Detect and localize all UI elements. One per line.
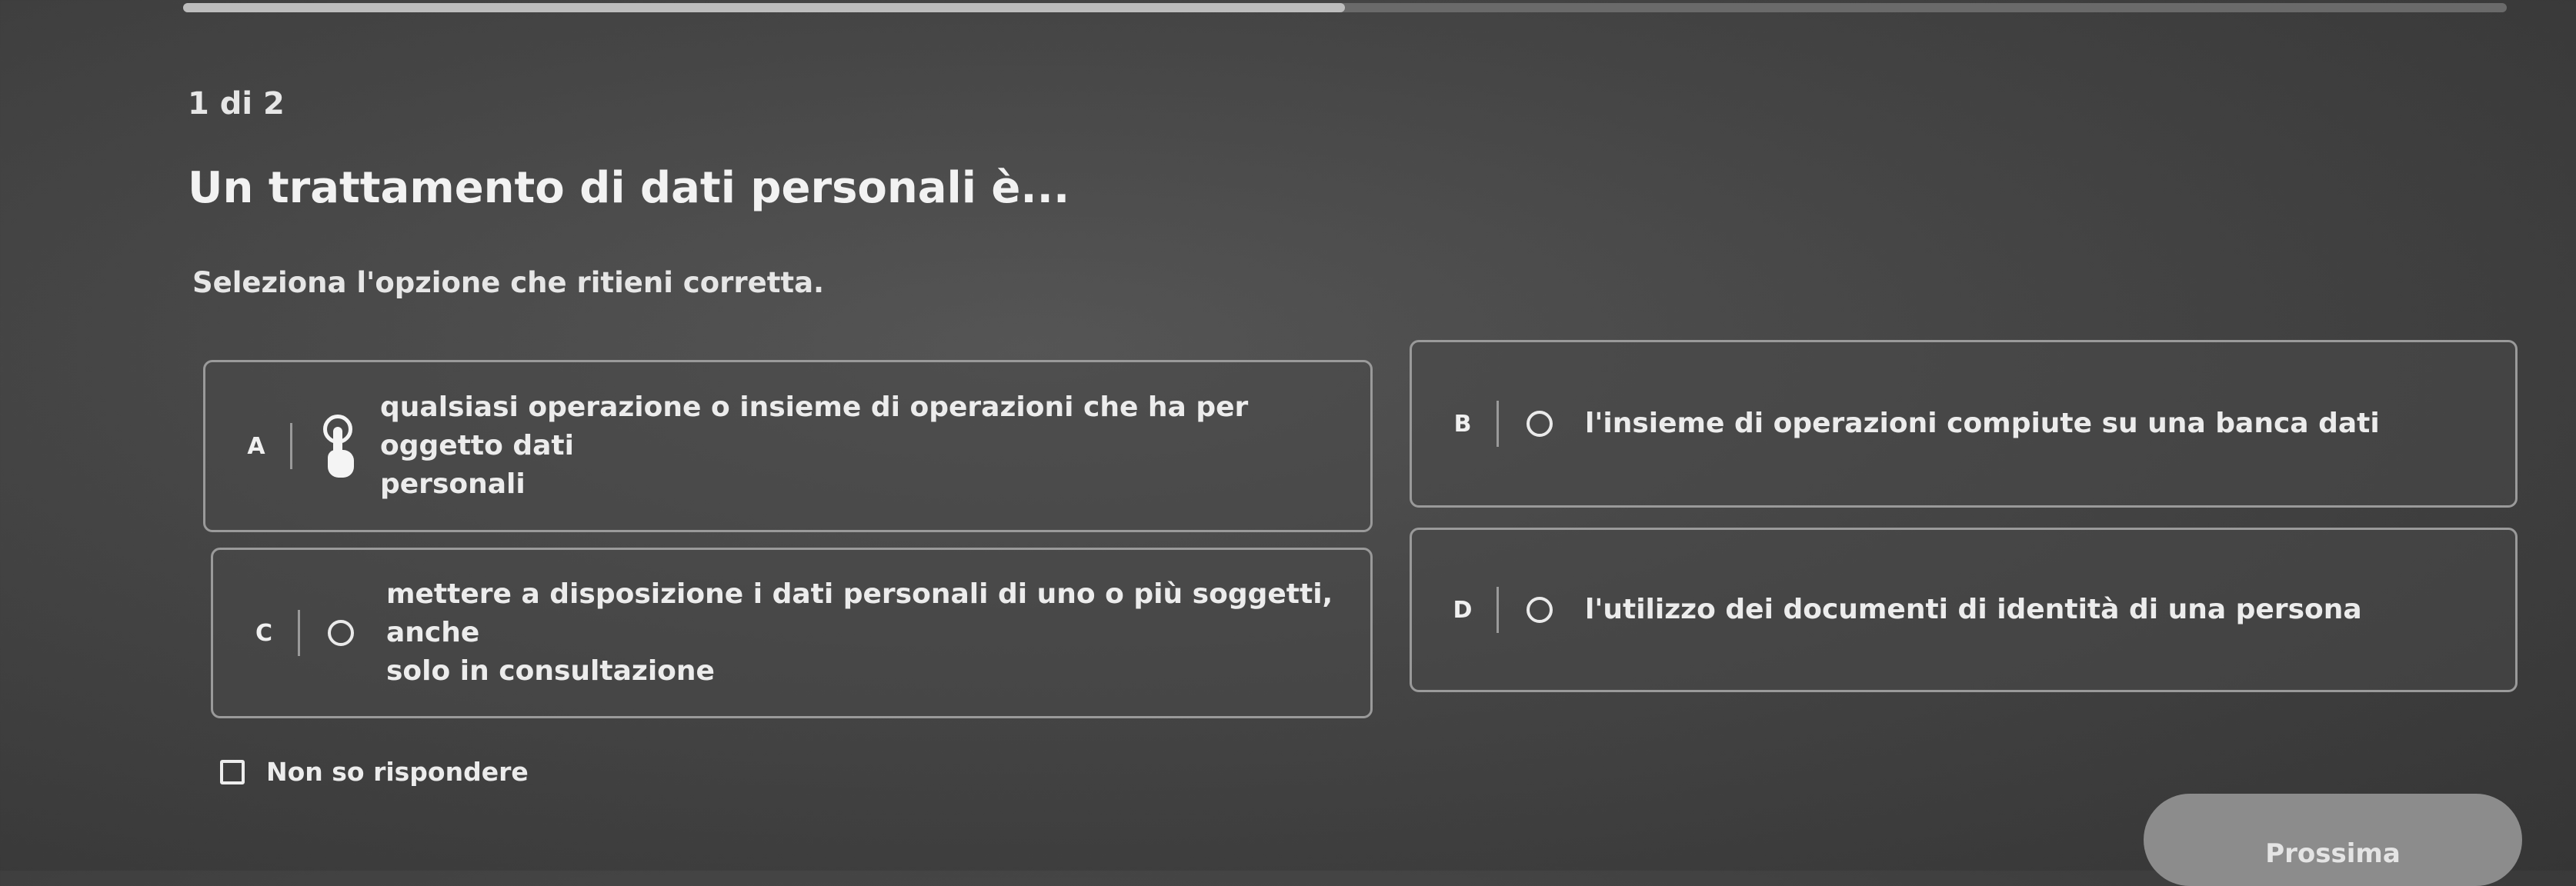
progress-fill	[183, 3, 1345, 12]
option-d-radio-icon[interactable]	[1527, 597, 1553, 623]
option-a[interactable]: A qualsiasi operazione o insieme di oper…	[203, 360, 1373, 532]
question-instruction: Seleziona l'opzione che ritieni corretta…	[192, 266, 825, 299]
option-a-divider	[290, 423, 292, 469]
option-c-text: mettere a disposizione i dati personali …	[386, 575, 1370, 691]
progress-bar	[183, 3, 2507, 12]
next-button[interactable]: Prossima	[2144, 794, 2522, 886]
option-c-text-line1: mettere a disposizione i dati personali …	[386, 578, 1333, 648]
option-a-text-line2: personali	[380, 468, 526, 500]
question-title: Un trattamento di dati personali è...	[188, 163, 1070, 213]
option-c-divider	[298, 610, 300, 656]
pointer-hand-icon	[320, 411, 359, 481]
option-c[interactable]: C mettere a disposizione i dati personal…	[211, 548, 1373, 718]
unsure-label: Non so rispondere	[266, 757, 529, 787]
option-d-divider	[1497, 587, 1499, 633]
option-c-radio-icon[interactable]	[328, 620, 354, 646]
option-b-text: l'insieme di operazioni compiute su una …	[1585, 405, 2380, 443]
option-b[interactable]: B l'insieme di operazioni compiute su un…	[1410, 340, 2518, 508]
option-a-text-line1: qualsiasi operazione o insieme di operaz…	[380, 391, 1249, 461]
option-b-letter: B	[1453, 410, 1472, 438]
option-d-letter: D	[1453, 596, 1473, 624]
unsure-option[interactable]: Non so rispondere	[220, 757, 529, 787]
option-d[interactable]: D l'utilizzo dei documenti di identità d…	[1410, 528, 2518, 692]
option-c-text-line2: solo in consultazione	[386, 655, 715, 687]
option-b-text-line1: l'insieme di operazioni compiute su una …	[1585, 408, 2380, 439]
option-d-text-line1: l'utilizzo dei documenti di identità di …	[1585, 594, 2362, 625]
option-d-text: l'utilizzo dei documenti di identità di …	[1585, 591, 2362, 629]
option-a-letter: A	[247, 432, 265, 460]
question-counter: 1 di 2	[188, 86, 285, 122]
option-c-letter: C	[255, 619, 273, 647]
option-a-text: qualsiasi operazione o insieme di operaz…	[380, 388, 1370, 504]
checkbox-icon[interactable]	[220, 759, 245, 784]
option-b-divider	[1497, 401, 1499, 447]
option-b-radio-icon[interactable]	[1527, 411, 1553, 437]
